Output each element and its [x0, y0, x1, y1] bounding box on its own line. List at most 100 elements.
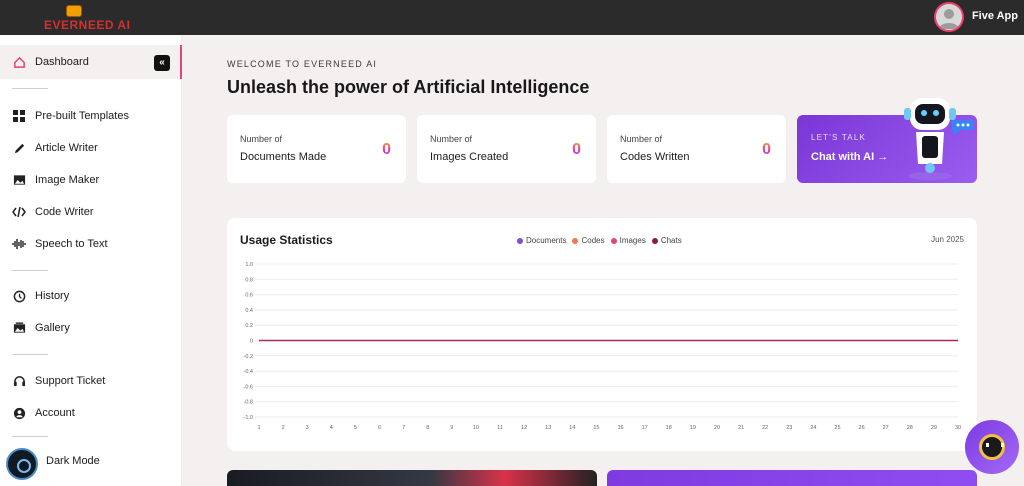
sidebar: Dashboard « Pre-built Templates Article …: [0, 35, 182, 486]
collapse-sidebar-button[interactable]: «: [154, 55, 170, 71]
sidebar-item-account[interactable]: Account: [12, 403, 75, 423]
sidebar-item-article-writer[interactable]: Article Writer: [12, 138, 98, 158]
stat-value: 0: [572, 141, 581, 158]
logo-mark-icon: [66, 5, 82, 17]
x-tick-label: 9: [450, 425, 453, 431]
y-tick-label: -0.6: [244, 384, 253, 390]
chat-assistant-fab[interactable]: [965, 420, 1019, 474]
sidebar-item-label: Dashboard: [35, 56, 89, 68]
x-tick-label: 18: [666, 425, 672, 431]
y-tick-label: -0.8: [244, 400, 253, 406]
stat-card-images: Number of Images Created 0: [417, 115, 596, 183]
chat-kicker: LET'S TALK: [811, 133, 867, 142]
x-tick-label: 27: [883, 425, 889, 431]
sidebar-item-history[interactable]: History: [12, 286, 69, 306]
code-icon: [12, 205, 26, 219]
x-tick-label: 3: [306, 425, 309, 431]
y-tick-label: -0.2: [244, 354, 253, 360]
sidebar-divider: [12, 436, 48, 437]
x-tick-label: 12: [521, 425, 527, 431]
x-tick-label: 19: [690, 425, 696, 431]
x-tick-label: 17: [642, 425, 648, 431]
sidebar-item-label: Article Writer: [35, 142, 98, 154]
x-tick-label: 10: [473, 425, 479, 431]
stat-value: 0: [762, 141, 771, 158]
stat-card-codes: Number of Codes Written 0: [607, 115, 786, 183]
sidebar-item-label: Gallery: [35, 322, 70, 334]
y-tick-label: 0.8: [245, 277, 253, 283]
logo-text: EVERNEED AI: [44, 18, 131, 32]
sidebar-item-label: Image Maker: [35, 174, 100, 186]
x-tick-label: 22: [762, 425, 768, 431]
bottom-banner-right[interactable]: [607, 470, 977, 486]
x-tick-label: 4: [330, 425, 333, 431]
sidebar-item-speech-to-text[interactable]: Speech to Text: [12, 234, 108, 254]
sidebar-item-code-writer[interactable]: Code Writer: [12, 202, 93, 222]
x-tick-label: 8: [426, 425, 429, 431]
x-tick-label: 26: [859, 425, 865, 431]
sidebar-item-label: Pre-built Templates: [35, 110, 129, 122]
history-icon: [12, 289, 26, 303]
sidebar-item-label: Account: [35, 407, 75, 419]
x-tick-label: 25: [834, 425, 840, 431]
sidebar-item-label: Support Ticket: [35, 375, 106, 387]
home-icon: [12, 55, 26, 69]
x-tick-label: 2: [282, 425, 285, 431]
user-icon: [12, 406, 26, 420]
x-tick-label: 14: [569, 425, 575, 431]
x-tick-label: 24: [810, 425, 816, 431]
x-tick-label: 13: [545, 425, 551, 431]
stat-value: 0: [382, 141, 391, 158]
x-tick-label: 21: [738, 425, 744, 431]
bottom-banner-left[interactable]: [227, 470, 597, 486]
app-logo[interactable]: EVERNEED AI: [44, 5, 131, 32]
x-tick-label: 15: [593, 425, 599, 431]
dark-mode-label[interactable]: Dark Mode: [46, 451, 100, 471]
user-name[interactable]: Five App: [972, 10, 1018, 22]
stat-caption: Number of: [240, 134, 283, 144]
x-tick-label: 29: [931, 425, 937, 431]
y-tick-label: 1.0: [245, 262, 253, 268]
stat-label: Codes Written: [620, 151, 690, 163]
stat-card-documents: Number of Documents Made 0: [227, 115, 406, 183]
sidebar-item-dashboard[interactable]: Dashboard: [12, 52, 89, 72]
gallery-icon: [12, 321, 26, 335]
stat-label: Documents Made: [240, 151, 327, 163]
y-tick-label: 0.6: [245, 293, 253, 299]
x-tick-label: 28: [907, 425, 913, 431]
usage-line-chart: 1.00.80.60.40.20-0.2-0.4-0.6-0.8-1.01 2 3 4…: [244, 262, 962, 431]
sidebar-item-gallery[interactable]: Gallery: [12, 318, 70, 338]
chat-with-ai-link[interactable]: Chat with AI →: [811, 151, 888, 163]
user-avatar[interactable]: [934, 2, 964, 32]
grid-icon: [12, 109, 26, 123]
image-icon: [12, 173, 26, 187]
x-tick-label: 23: [786, 425, 792, 431]
stat-caption: Number of: [430, 134, 473, 144]
x-tick-label: 16: [617, 425, 623, 431]
sidebar-item-pre-built-templates[interactable]: Pre-built Templates: [12, 106, 129, 126]
x-tick-label: 1: [257, 425, 260, 431]
sidebar-item-label: Speech to Text: [35, 238, 108, 250]
x-tick-label: 20: [714, 425, 720, 431]
sidebar-item-support-ticket[interactable]: Support Ticket: [12, 371, 105, 391]
headset-icon: [12, 374, 26, 388]
sidebar-item-label: History: [35, 290, 70, 302]
sidebar-item-image-maker[interactable]: Image Maker: [12, 170, 99, 190]
sidebar-divider: [12, 88, 48, 89]
dark-mode-toggle[interactable]: [6, 448, 38, 480]
y-tick-label: 0: [250, 339, 253, 345]
x-tick-label: 11: [497, 425, 503, 431]
pen-icon: [12, 141, 26, 155]
y-tick-label: 0.2: [245, 323, 253, 329]
page-title: Unleash the power of Artificial Intellig…: [227, 77, 590, 97]
x-tick-label: 7: [402, 425, 405, 431]
y-tick-label: 0.4: [245, 308, 253, 314]
welcome-kicker: WELCOME TO EVERNEED AI: [227, 59, 378, 69]
waveform-icon: [12, 237, 26, 251]
top-bar: EVERNEED AI Five App: [0, 0, 1024, 35]
usage-statistics-card: Usage Statistics Documents Codes Images …: [227, 218, 977, 451]
stat-caption: Number of: [620, 134, 663, 144]
assistant-face-icon: [979, 434, 1005, 460]
sidebar-divider: [12, 270, 48, 271]
stat-label: Images Created: [430, 151, 509, 163]
